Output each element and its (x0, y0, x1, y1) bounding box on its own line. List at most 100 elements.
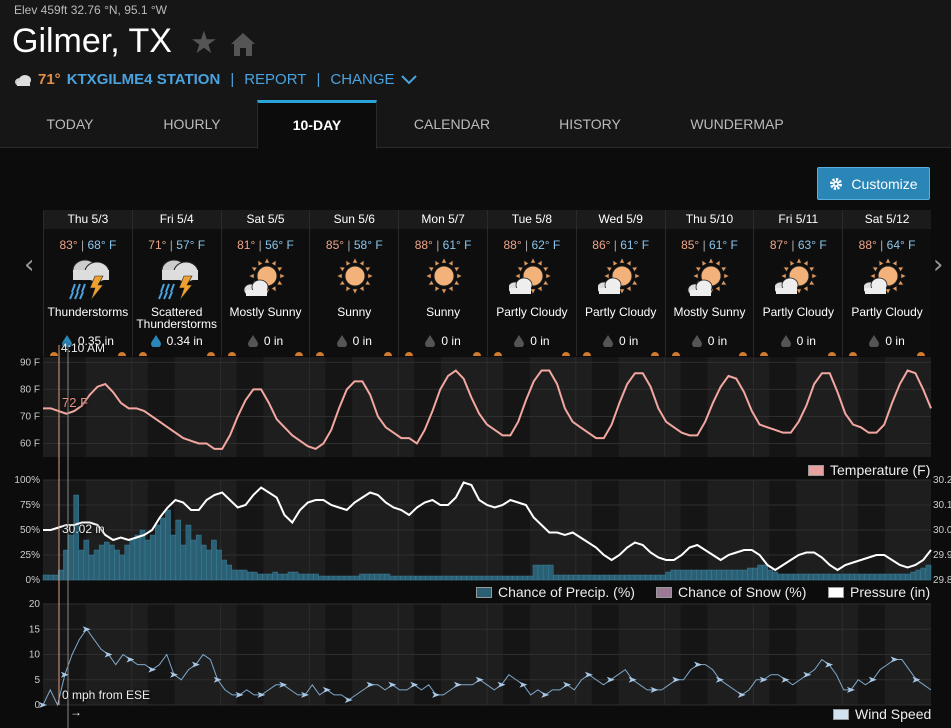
precip-bar (394, 575, 401, 581)
precip-bar (292, 571, 299, 581)
precip-bar (609, 574, 615, 581)
precip-bar (583, 574, 590, 581)
precip-bar (134, 534, 141, 581)
precip-bar (879, 573, 886, 581)
cursor-time: 4:10 AM (61, 341, 106, 355)
precip-bar (532, 564, 539, 581)
precip-bar (303, 573, 309, 581)
precip-bar (548, 564, 554, 581)
cursor-pressure: 30.02 in (62, 522, 105, 536)
precip-bar (308, 573, 314, 581)
precip-bar (731, 569, 738, 581)
precip-bar (915, 569, 921, 581)
precip-bar (757, 564, 763, 581)
precip-bar (389, 575, 396, 581)
precip-bar (527, 575, 534, 581)
precip-bar (451, 575, 457, 581)
y-tick-label: 50% (20, 525, 40, 536)
precip-bar (701, 569, 707, 581)
precip-bar (833, 573, 840, 581)
precip-bar (568, 574, 574, 581)
precip-bar (155, 524, 161, 581)
precip-bar (415, 575, 421, 581)
precip-bar (599, 574, 605, 581)
wind-legend[interactable]: Wind Speed (833, 706, 931, 722)
daylight-band (618, 357, 681, 457)
precip-bar (752, 567, 758, 581)
daylight-band (174, 357, 237, 457)
precip-bar (660, 574, 666, 581)
precip-bar (333, 575, 340, 581)
precip-bar (604, 574, 610, 581)
y-tick-label: 25% (20, 550, 40, 561)
precip-bar (614, 574, 620, 581)
precip-bar (563, 574, 569, 581)
daylight-band (885, 357, 931, 457)
precip-bar (553, 574, 559, 581)
legend-swatch (833, 708, 849, 720)
precip-bar (645, 574, 651, 581)
temperature-legend[interactable]: Temperature (F) (808, 462, 930, 478)
precip-bar (650, 574, 656, 581)
pressure-legend[interactable]: Pressure (in) (828, 584, 930, 600)
precip-bar (114, 549, 120, 581)
precip-bar (741, 569, 748, 581)
precip-bar (910, 571, 916, 581)
precip-bar (624, 574, 631, 581)
precip-bar (675, 569, 682, 581)
y2-tick-label: 29.9 (933, 550, 951, 561)
precip-bar (471, 575, 477, 581)
precip-bar (497, 575, 503, 581)
snow-legend[interactable]: Chance of Snow (%) (656, 584, 806, 600)
precip-bar (588, 574, 595, 581)
precip-bar (231, 569, 238, 581)
precip-bar (216, 549, 222, 581)
legend-label: Temperature (F) (830, 462, 931, 478)
precip-bar (277, 573, 284, 581)
precip-bar (374, 573, 381, 581)
precip-bar (236, 569, 243, 581)
precip-bar (42, 574, 49, 581)
precip-bar (823, 573, 830, 581)
daylight-band (441, 357, 503, 457)
precip-bar (884, 573, 891, 581)
precip-bar (201, 544, 207, 581)
legend-label: Chance of Snow (%) (678, 584, 807, 600)
precip-bar (282, 573, 289, 581)
y-tick-label: 80 F (20, 384, 40, 395)
precip-bar (670, 569, 677, 581)
precip-bar (195, 534, 202, 581)
precip-bar (435, 575, 442, 581)
precip-bar (430, 575, 437, 581)
precip-bar (747, 567, 753, 581)
precip-bar (619, 574, 625, 581)
precip-bar (456, 575, 462, 581)
precip-bar (798, 573, 804, 581)
precip-bar (711, 569, 717, 581)
precip-bar (782, 573, 789, 581)
precip-bar (246, 571, 253, 581)
precip-bar (844, 573, 850, 581)
precip-bar (476, 575, 483, 581)
precip-bar (78, 549, 85, 581)
precip-bar (93, 549, 100, 581)
precip-legend[interactable]: Chance of Precip. (%) (476, 584, 635, 600)
precip-bar (445, 575, 452, 581)
precip-bar (119, 554, 125, 581)
precip-bar (287, 571, 294, 581)
precip-bar (180, 544, 187, 581)
precip-bar (680, 569, 687, 581)
precip-bar (512, 575, 518, 581)
precip-bar (354, 575, 360, 581)
precip-bar (318, 575, 324, 581)
precip-bar (920, 567, 927, 581)
daylight-band (529, 357, 592, 457)
precip-bar (405, 575, 411, 581)
cursor-wind: 0 mph from ESE (62, 688, 151, 702)
precip-bar (160, 517, 166, 581)
precip-bar (726, 569, 733, 581)
precip-bar (593, 574, 600, 581)
y2-tick-label: 29.8 (933, 575, 951, 586)
precip-bar (185, 524, 192, 581)
precip-bar (793, 573, 799, 581)
